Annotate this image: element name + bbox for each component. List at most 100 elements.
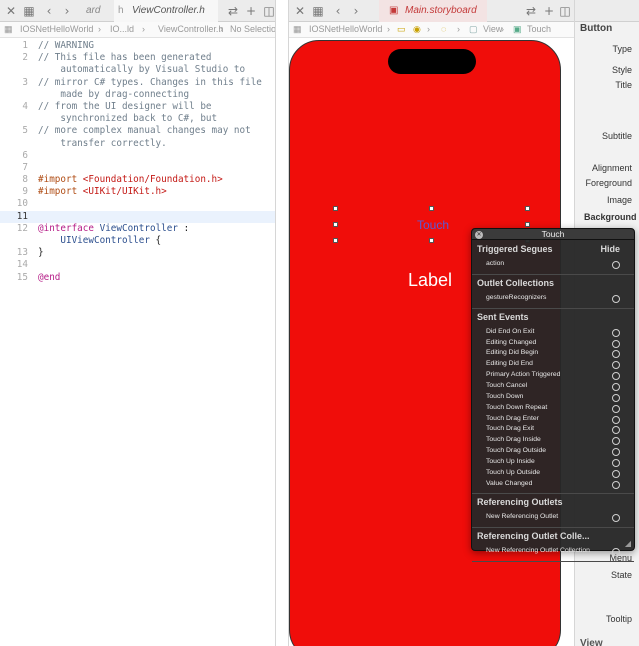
connection-circle-icon[interactable] (612, 294, 620, 303)
hud-header[interactable]: ✕ Touch (472, 229, 634, 240)
resize-handle[interactable] (333, 222, 338, 227)
grid-icon[interactable]: ▦ (4, 24, 13, 35)
code-line[interactable]: 5 // more complex manual changes may not (0, 125, 275, 137)
chevron-right-icon[interactable]: › (60, 4, 74, 18)
connection-circle-icon[interactable] (612, 372, 620, 381)
hud-section-title: Triggered Segues (477, 244, 553, 254)
code-line[interactable]: automatically by Visual Studio to (0, 64, 275, 76)
connection-circle-icon[interactable] (612, 328, 620, 337)
resize-handle[interactable] (429, 206, 434, 211)
resize-handle[interactable] (333, 238, 338, 243)
hud-title: Touch (541, 229, 565, 239)
connection-circle-icon[interactable] (612, 404, 620, 413)
tab-main-storyboard[interactable]: ▣ Main.storyboard (379, 0, 487, 22)
connection-item: Touch Drag Exit (486, 425, 534, 433)
tab-storyboard[interactable]: ard (80, 0, 110, 22)
connections-hud[interactable]: ✕ Touch Triggered Segues Hide action Outlet… (471, 228, 635, 563)
hud-section-title: Outlet Collections (477, 277, 555, 288)
hud-divider (472, 307, 634, 309)
add-icon[interactable]: + (542, 4, 556, 18)
add-icon[interactable]: + (244, 4, 258, 18)
code-line[interactable]: 7 (0, 162, 275, 174)
resize-handle[interactable] (429, 238, 434, 243)
code-line[interactable]: 11 (0, 210, 275, 223)
code-line[interactable]: made by drag-connecting (0, 89, 275, 101)
tab-viewcontroller-h[interactable]: h ViewController.h (114, 0, 218, 22)
inspector-view-section[interactable]: View (580, 638, 603, 646)
connection-circle-icon[interactable] (612, 448, 620, 457)
split-editor-icon[interactable]: ◫ (558, 4, 572, 18)
hud-divider (472, 561, 634, 563)
breadcrumb-group[interactable]: IO...ld (110, 24, 134, 34)
hud-section-title: Sent Events (477, 311, 529, 322)
breadcrumb-file[interactable]: ViewController.h (158, 24, 223, 34)
grid-icon[interactable]: ▦ (311, 4, 325, 18)
code-line[interactable]: 13} (0, 247, 275, 259)
swap-icon[interactable]: ⇄ (226, 4, 240, 18)
code-line[interactable]: 10 (0, 198, 275, 210)
connection-circle-icon[interactable] (612, 393, 620, 402)
code-text: // This file has been generated (38, 52, 212, 64)
inspector-tab-bar (575, 0, 639, 22)
swap-icon[interactable]: ⇄ (524, 4, 538, 18)
breadcrumb-project[interactable]: IOSNetHelloWorld (309, 24, 382, 34)
close-icon[interactable]: ✕ (4, 4, 18, 18)
code-line[interactable]: 3 // mirror C# types. Changes in this fil… (0, 77, 275, 89)
inspector-tooltip-label: Tooltip (605, 614, 632, 624)
connection-circle-icon[interactable] (612, 458, 620, 467)
canvas-tab-bar: ✕ ▦ ‹ › ▣ Main.storyboard ⇄ + ◫ (289, 0, 574, 22)
resize-grip-icon[interactable]: ◢ (625, 539, 631, 548)
code-token: // more complex manual changes may not (38, 125, 251, 137)
connection-item: Did End On Exit (486, 327, 535, 335)
connection-circle-icon[interactable] (612, 469, 620, 478)
breadcrumb-button[interactable]: Touch (527, 24, 551, 34)
connection-circle-icon[interactable] (612, 261, 620, 269)
code-line[interactable]: 14 (0, 259, 275, 271)
hide-button[interactable]: Hide (600, 244, 620, 254)
code-line[interactable]: synchronized back to C#, but (0, 113, 275, 125)
chevron-left-icon[interactable]: ‹ (331, 4, 345, 18)
code-line[interactable]: 4 // from the UI designer will be (0, 101, 275, 113)
code-line[interactable]: 1 // WARNING (0, 40, 275, 52)
connection-circle-icon[interactable] (612, 350, 620, 359)
resize-handle[interactable] (525, 222, 530, 227)
code-line[interactable]: UIViewController { (0, 235, 275, 247)
code-text: // mirror C# types. Changes in this file (38, 77, 262, 89)
chevron-left-icon[interactable]: ‹ (42, 4, 56, 18)
resize-handle[interactable] (333, 206, 338, 211)
line-number: 9 (22, 186, 28, 198)
code-line[interactable]: transfer correctly. (0, 138, 275, 150)
inspector-subtitle-label: Subtitle (601, 131, 632, 141)
label-element[interactable]: Label (408, 270, 452, 291)
breadcrumb-selection[interactable]: No Selection (230, 24, 275, 34)
code-token: made by drag-connecting (38, 88, 190, 100)
close-icon[interactable]: ✕ (293, 4, 307, 18)
breadcrumb-view[interactable]: View (483, 24, 502, 34)
hud-divider (472, 493, 634, 495)
connection-circle-icon[interactable] (612, 361, 620, 370)
connection-circle-icon[interactable] (612, 426, 620, 435)
code-line[interactable]: 2 // This file has been generated (0, 52, 275, 64)
line-number: 10 (16, 198, 28, 210)
resize-handle[interactable] (525, 206, 530, 211)
code-line[interactable]: 9 #import <UIKit/UIKit.h> (0, 186, 275, 198)
split-editor-icon[interactable]: ◫ (262, 4, 276, 18)
code-token: // This file has been generated (38, 52, 212, 64)
touch-button[interactable]: Touch (417, 218, 449, 232)
code-line[interactable]: 8 #import <Foundation/Foundation.h> (0, 174, 275, 186)
connection-circle-icon[interactable] (612, 480, 620, 489)
code-text: // more complex manual changes may not (38, 125, 251, 137)
grid-icon[interactable]: ▦ (293, 24, 302, 35)
breadcrumb-project[interactable]: IOSNetHelloWorld (20, 24, 93, 34)
connection-circle-icon[interactable] (612, 437, 620, 446)
code-line[interactable]: 12 @interface ViewController : (0, 223, 275, 235)
connection-circle-icon[interactable] (612, 339, 620, 348)
connection-circle-icon[interactable] (612, 514, 620, 523)
grid-icon[interactable]: ▦ (22, 4, 36, 18)
code-area[interactable]: 1 // WARNING 2 // This file has been genera… (0, 40, 275, 284)
connection-circle-icon[interactable] (612, 415, 620, 424)
connection-circle-icon[interactable] (612, 382, 620, 391)
chevron-right-icon[interactable]: › (349, 4, 363, 18)
code-line[interactable]: 6 (0, 150, 275, 162)
code-line[interactable]: 15 @end (0, 272, 275, 284)
